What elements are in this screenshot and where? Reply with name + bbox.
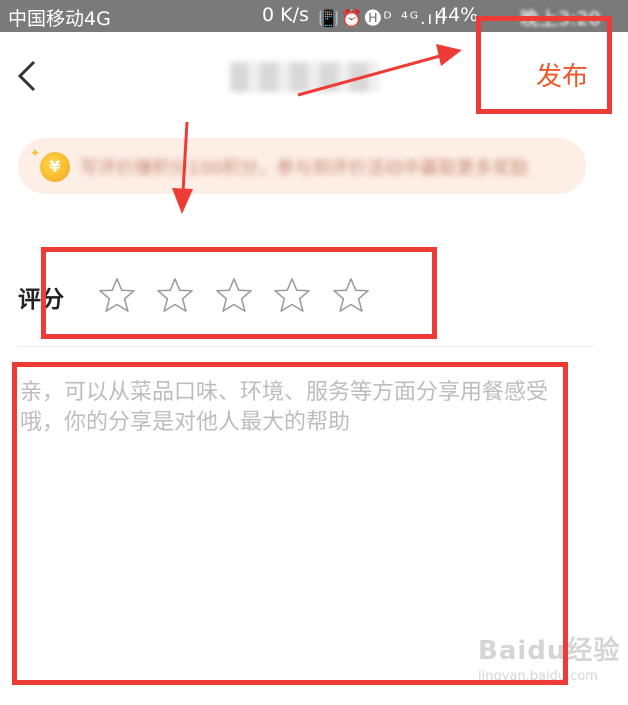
annotation-arrows [172,44,462,214]
